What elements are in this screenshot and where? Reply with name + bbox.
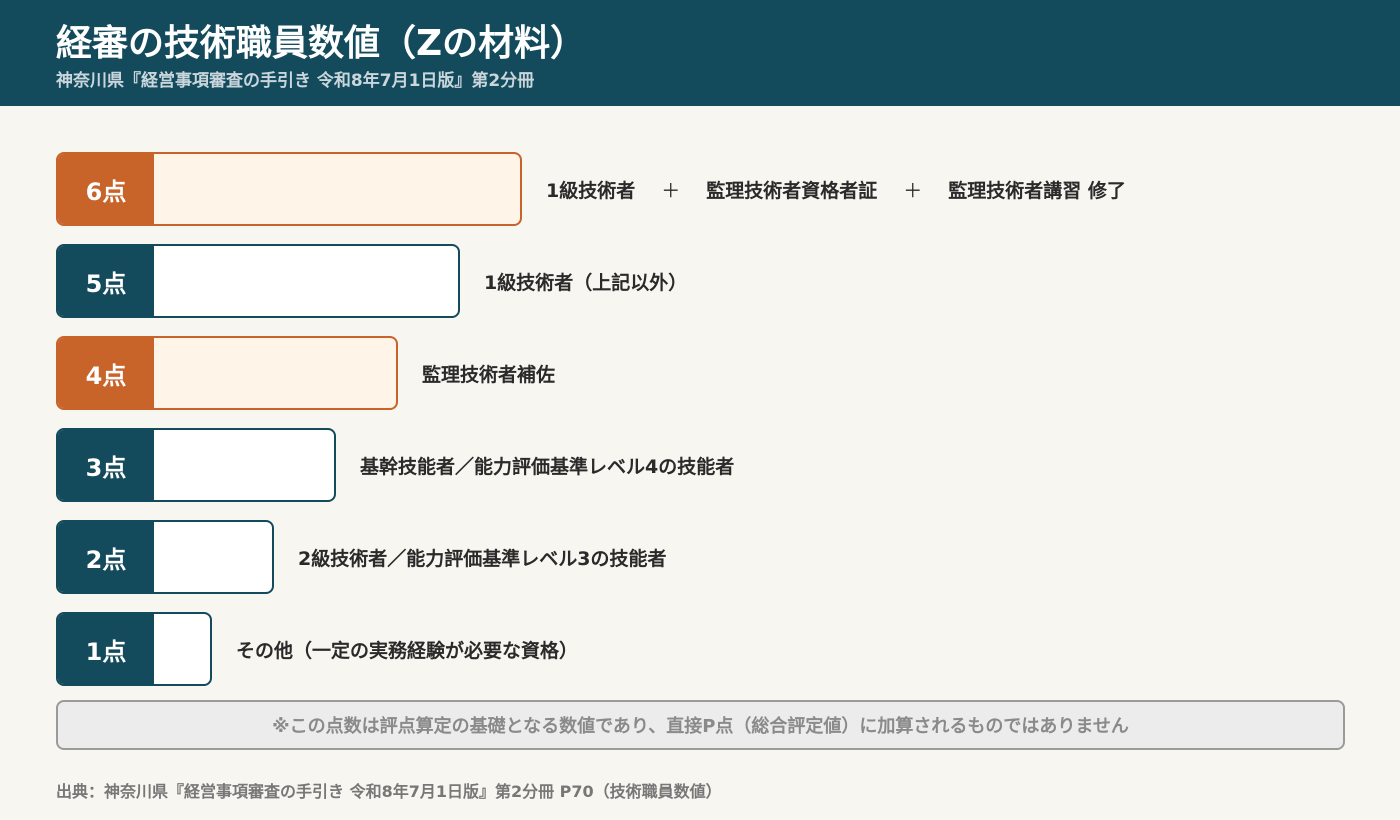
score-description: 基幹技能者／能力評価基準レベル4の技能者 bbox=[360, 428, 734, 502]
qualification-label: 監理技術者資格者証 bbox=[706, 179, 878, 202]
score-label: 2点 bbox=[58, 522, 154, 592]
header: 経審の技術職員数値（Zの材料） 神奈川県『経営事項審査の手引き 令和8年7月1日… bbox=[0, 0, 1400, 106]
score-bar: 1点 bbox=[56, 612, 212, 686]
score-label: 5点 bbox=[58, 246, 154, 316]
score-description: その他（一定の実務経験が必要な資格） bbox=[236, 612, 578, 686]
score-bar: 3点 bbox=[56, 428, 336, 502]
plus-separator: ＋ bbox=[661, 179, 681, 202]
score-description: 1級技術者 ＋ 監理技術者資格者証 ＋ 監理技術者講習 修了 bbox=[546, 152, 1126, 226]
qualification-label: 基幹技能者／能力評価基準レベル4の技能者 bbox=[360, 455, 735, 478]
qualification-label: 監理技術者補佐 bbox=[422, 363, 556, 386]
score-bar: 5点 bbox=[56, 244, 460, 318]
plus-separator: ＋ bbox=[903, 179, 923, 202]
qualification-label: 監理技術者講習 修了 bbox=[948, 179, 1126, 202]
page-title: 経審の技術職員数値（Zの材料） bbox=[56, 23, 587, 64]
qualification-label: 1級技術者 bbox=[546, 179, 636, 202]
qualification-label: その他（一定の実務経験が必要な資格） bbox=[236, 639, 579, 662]
source-citation: 出典：神奈川県『経営事項審査の手引き 令和8年7月1日版』第2分冊 P70（技術… bbox=[56, 782, 722, 801]
score-description: 2級技術者／能力評価基準レベル3の技能者 bbox=[298, 520, 666, 594]
page-subtitle: 神奈川県『経営事項審査の手引き 令和8年7月1日版』第2分冊 bbox=[56, 71, 535, 91]
disclaimer-note: ※この点数は評点算定の基礎となる数値であり、直接P点（総合評定値）に加算されるも… bbox=[56, 700, 1345, 750]
score-description: 監理技術者補佐 bbox=[422, 336, 555, 410]
score-description: 1級技術者（上記以外） bbox=[484, 244, 687, 318]
score-label: 4点 bbox=[58, 338, 154, 408]
score-label: 3点 bbox=[58, 430, 154, 500]
qualification-label: 2級技術者／能力評価基準レベル3の技能者 bbox=[298, 547, 667, 570]
score-bar: 2点 bbox=[56, 520, 274, 594]
score-bar: 6点 bbox=[56, 152, 522, 226]
score-label: 1点 bbox=[58, 614, 154, 684]
score-bar: 4点 bbox=[56, 336, 398, 410]
qualification-label: 1級技術者（上記以外） bbox=[484, 271, 688, 294]
score-label: 6点 bbox=[58, 154, 154, 224]
